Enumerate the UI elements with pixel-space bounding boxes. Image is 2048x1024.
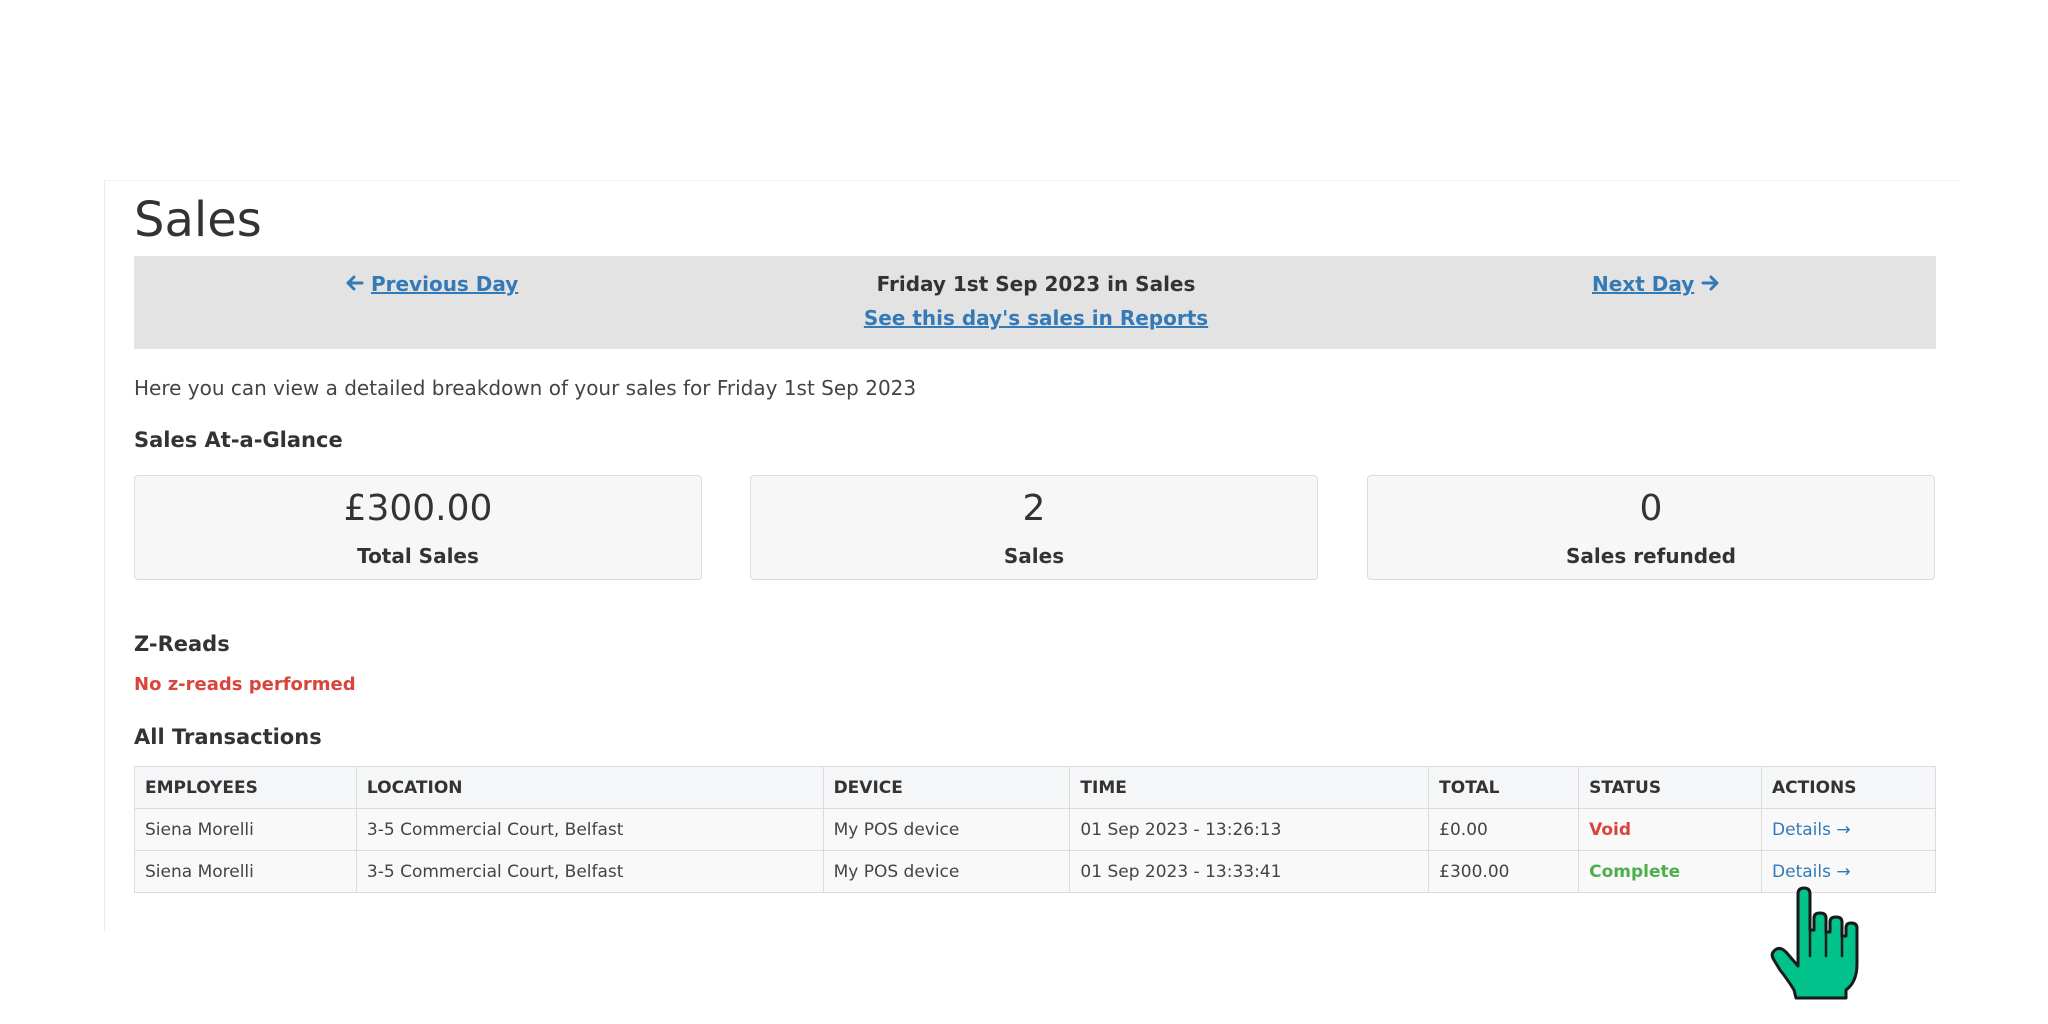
total-cell: £300.00 xyxy=(1428,850,1580,893)
device-cell: My POS device xyxy=(822,850,1071,893)
status-badge-void: Void xyxy=(1589,819,1631,840)
next-day-label[interactable]: Next Day xyxy=(1592,272,1694,296)
previous-day-link[interactable]: Previous Day xyxy=(346,272,518,296)
column-header-total: TOTAL xyxy=(1428,766,1580,809)
transactions-table: EMPLOYEES LOCATION DEVICE TIME TOTAL STA… xyxy=(134,766,1936,893)
status-cell: Void xyxy=(1578,808,1763,851)
stat-value: £300.00 xyxy=(343,488,493,529)
stat-label: Sales xyxy=(1003,544,1065,568)
stat-card-total-sales: £300.00 Total Sales xyxy=(134,475,702,580)
stat-label: Total Sales xyxy=(357,544,479,568)
stat-card-sales-refunded: 0 Sales refunded xyxy=(1367,475,1935,580)
details-link[interactable]: Details → xyxy=(1772,862,1851,882)
intro-text: Here you can view a detailed breakdown o… xyxy=(134,376,917,400)
sales-at-a-glance-heading: Sales At-a-Glance xyxy=(134,428,343,452)
next-day-link[interactable]: Next Day xyxy=(1592,272,1719,296)
arrow-left-icon xyxy=(346,272,364,296)
location-cell: 3-5 Commercial Court, Belfast xyxy=(355,808,824,851)
time-cell: 01 Sep 2023 - 13:26:13 xyxy=(1069,808,1430,851)
column-header-employees: EMPLOYEES xyxy=(134,766,357,809)
table-header-row: EMPLOYEES LOCATION DEVICE TIME TOTAL STA… xyxy=(134,766,1936,809)
current-day-label: Friday 1st Sep 2023 in Sales xyxy=(876,272,1196,296)
stat-card-sales: 2 Sales xyxy=(750,475,1318,580)
details-link[interactable]: Details → xyxy=(1772,820,1851,840)
employee-cell: Siena Morelli xyxy=(134,808,357,851)
table-row: Siena Morelli 3-5 Commercial Court, Belf… xyxy=(134,808,1936,851)
device-cell: My POS device xyxy=(822,808,1071,851)
no-z-reads-message: No z-reads performed xyxy=(134,674,356,695)
arrow-right-icon xyxy=(1701,272,1719,296)
previous-day-label[interactable]: Previous Day xyxy=(371,272,518,296)
day-navigation-bar xyxy=(134,256,1936,349)
stat-label: Sales refunded xyxy=(1566,544,1736,568)
stat-value: 0 xyxy=(1639,488,1663,529)
employee-cell: Siena Morelli xyxy=(134,850,357,893)
stat-value: 2 xyxy=(1022,488,1046,529)
column-header-device: DEVICE xyxy=(822,766,1071,809)
total-cell: £0.00 xyxy=(1428,808,1580,851)
all-transactions-heading: All Transactions xyxy=(134,725,322,749)
location-cell: 3-5 Commercial Court, Belfast xyxy=(355,850,824,893)
reports-link[interactable]: See this day's sales in Reports xyxy=(864,306,1208,330)
z-reads-heading: Z-Reads xyxy=(134,632,230,656)
time-cell: 01 Sep 2023 - 13:33:41 xyxy=(1069,850,1430,893)
column-header-actions: ACTIONS xyxy=(1761,766,1936,809)
page-title: Sales xyxy=(134,192,262,248)
table-row: Siena Morelli 3-5 Commercial Court, Belf… xyxy=(134,850,1936,893)
column-header-status: STATUS xyxy=(1578,766,1763,809)
column-header-location: LOCATION xyxy=(355,766,824,809)
status-badge-complete: Complete xyxy=(1589,861,1681,882)
hand-pointer-cursor-icon xyxy=(1770,886,1859,1000)
column-header-time: TIME xyxy=(1069,766,1430,809)
status-cell: Complete xyxy=(1578,850,1763,893)
actions-cell: Details → xyxy=(1761,808,1936,851)
